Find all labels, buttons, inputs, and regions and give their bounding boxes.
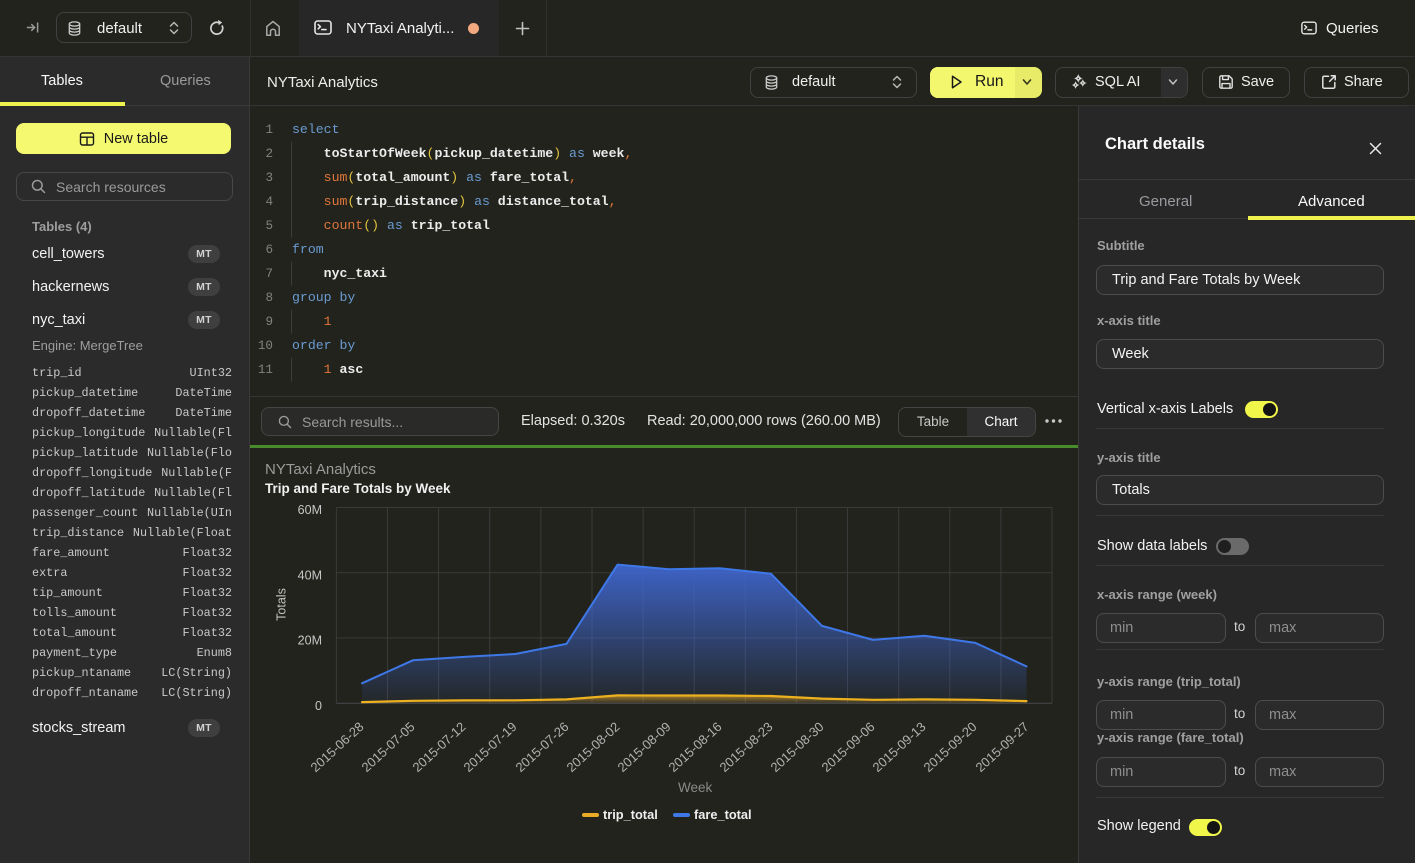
svg-text:20M: 20M [298,634,322,648]
svg-text:60M: 60M [298,503,322,517]
svg-text:0: 0 [315,699,322,713]
svg-text:Totals: Totals [275,588,289,621]
svg-text:40M: 40M [298,568,322,582]
